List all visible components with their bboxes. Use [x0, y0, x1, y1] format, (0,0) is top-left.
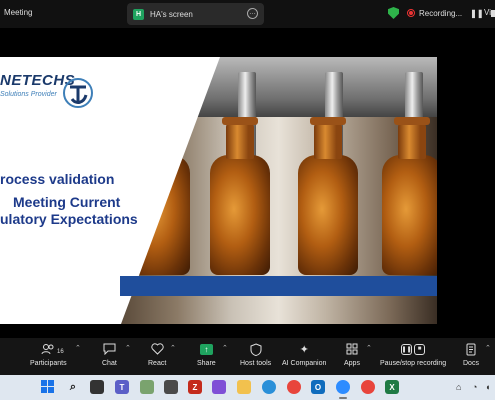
pause-stop-recording-button[interactable]: ❚❚ ■ Pause/stop recording	[380, 341, 446, 367]
share-button[interactable]: ↑ Share	[197, 341, 216, 367]
excel-icon[interactable]: X	[385, 380, 399, 394]
logo-tagline: Solutions Provider	[0, 91, 57, 98]
apps-icon	[346, 341, 358, 357]
chevron-up-icon[interactable]: ⌃	[222, 344, 228, 352]
meeting-toolbar: Participants 16 ⌃ Chat ⌃ React ⌃ ↑ Share…	[0, 338, 495, 375]
amber-bottle	[298, 117, 358, 275]
view-button[interactable]: Vie	[484, 8, 495, 17]
active-app-indicator	[339, 397, 347, 399]
shared-screen-slide: NETECHS Solutions Provider rocess valida…	[0, 57, 437, 324]
outlook-icon[interactable]: O	[311, 380, 325, 394]
chevron-up-icon[interactable]: ⌃	[75, 344, 81, 352]
slide-title-line-3: ulatory Expectations	[0, 211, 138, 227]
meeting-title: Meeting	[4, 8, 33, 17]
edge-icon[interactable]	[262, 380, 276, 394]
chevron-up-icon[interactable]: ⌃	[366, 344, 372, 352]
record-icon	[407, 9, 415, 17]
screen-share-label: HA's screen	[150, 9, 193, 19]
slide-title-line-2: Meeting Current	[13, 194, 121, 210]
screen-share-tab[interactable]: H HA's screen …	[127, 3, 264, 25]
chat-label: Chat	[102, 360, 117, 367]
chat-button[interactable]: Chat	[102, 341, 117, 367]
apps-button[interactable]: Apps	[344, 341, 360, 367]
zoom-meeting-window: Meeting H HA's screen … Recording... ❚❚ …	[0, 0, 495, 400]
shield-icon[interactable]	[388, 7, 399, 19]
chrome-icon[interactable]	[287, 380, 301, 394]
chrome-icon[interactable]	[361, 380, 375, 394]
pause-icon[interactable]: ❚❚	[470, 9, 483, 18]
share-icon: ↑	[199, 341, 213, 357]
filezilla-icon[interactable]: Z	[188, 380, 202, 394]
windows-start-icon[interactable]	[41, 380, 54, 393]
host-tools-icon	[250, 341, 262, 357]
slide-title-line-1: rocess validation	[0, 171, 115, 187]
host-tools-button[interactable]: Host tools	[240, 341, 271, 367]
zoom-icon[interactable]	[336, 380, 350, 394]
docs-label: Docs	[463, 360, 479, 367]
system-tray-icon[interactable]: ⌂	[456, 382, 461, 392]
search-icon[interactable]: ⌕	[66, 380, 80, 394]
logo-mark-icon	[63, 78, 93, 108]
react-button[interactable]: React	[148, 341, 166, 367]
windows-taskbar: ⌕ T Z O X ⌂ ◔ ◖	[0, 375, 495, 400]
file-explorer-icon[interactable]	[237, 380, 251, 394]
pause-stop-label: Pause/stop recording	[380, 360, 447, 367]
docs-icon	[466, 341, 476, 357]
app-icon[interactable]	[140, 380, 154, 394]
pause-stop-icon: ❚❚ ■	[401, 341, 426, 357]
host-tools-label: Host tools	[240, 360, 272, 367]
company-logo: NETECHS Solutions Provider	[0, 65, 100, 108]
react-icon	[151, 341, 164, 357]
app-icon[interactable]	[164, 380, 178, 394]
slide-footer-bar	[120, 276, 437, 296]
apps-label: Apps	[344, 360, 360, 367]
chevron-up-icon[interactable]: ⌃	[170, 344, 176, 352]
recording-label: Recording...	[419, 8, 463, 18]
presenter-avatar-icon: H	[133, 8, 144, 20]
more-options-icon[interactable]: …	[247, 8, 258, 19]
volume-icon[interactable]: ◖	[485, 382, 490, 392]
amber-bottle	[210, 117, 270, 275]
docs-button[interactable]: Docs	[463, 341, 479, 367]
share-label: Share	[197, 360, 216, 367]
recording-status: Recording... ❚❚	[388, 5, 495, 21]
amber-bottle	[382, 117, 437, 275]
task-view-icon[interactable]	[90, 380, 104, 394]
teams-icon[interactable]: T	[115, 380, 129, 394]
chat-icon	[103, 341, 116, 357]
participants-icon	[41, 341, 55, 357]
ai-companion-button[interactable]: ✦ AI Companion	[282, 341, 327, 368]
participants-count: 16	[57, 349, 64, 355]
chevron-up-icon[interactable]: ⌃	[125, 344, 131, 352]
top-bar: Meeting H HA's screen … Recording... ❚❚ …	[0, 0, 495, 28]
wifi-icon[interactable]: ◔	[472, 382, 477, 392]
app-icon[interactable]	[212, 380, 226, 394]
ai-companion-label: AI Companion	[282, 360, 327, 367]
chevron-up-icon[interactable]: ⌃	[485, 344, 491, 352]
react-label: React	[148, 360, 167, 367]
ai-companion-icon: ✦	[299, 343, 309, 356]
participants-label: Participants	[30, 360, 67, 367]
